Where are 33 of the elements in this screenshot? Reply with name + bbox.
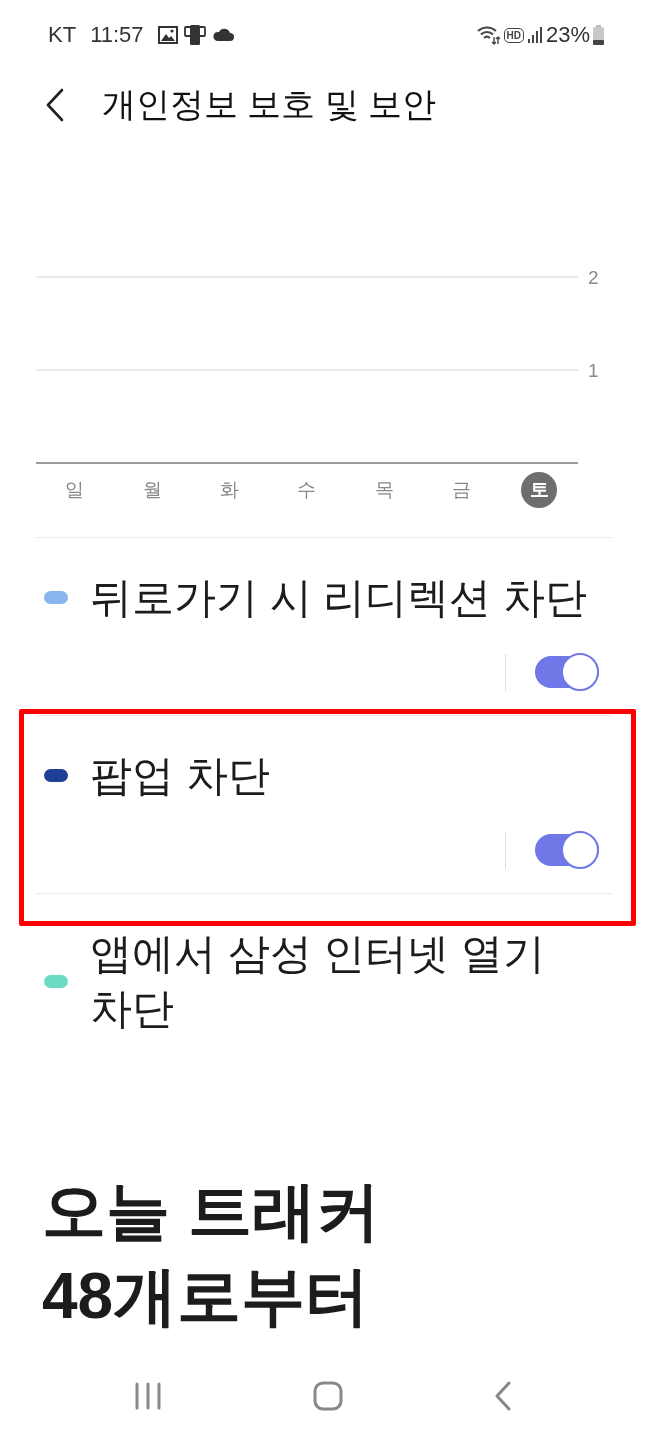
y-tick-label: 2	[588, 267, 599, 288]
back-icon	[45, 88, 65, 122]
day-tab[interactable]: 월	[142, 472, 162, 508]
battery-icon	[593, 25, 604, 45]
home-button[interactable]	[313, 1381, 343, 1411]
day-tab[interactable]: 수	[297, 472, 317, 508]
hd-voice-badge: HD	[503, 27, 524, 43]
y-tick-label: 1	[588, 360, 599, 381]
setting-title: 뒤로가기 시 리디렉션 차단	[90, 573, 587, 623]
carrier-label: KT	[48, 22, 77, 48]
recent-apps-button[interactable]	[133, 1382, 162, 1410]
signal-icon	[526, 26, 543, 44]
clock-time: 11:57	[90, 22, 144, 48]
back-nav-button[interactable]	[494, 1381, 513, 1411]
setting-title: 앱에서 삼성 인터넷 열기 차단	[90, 929, 546, 1034]
day-tab[interactable]: 일	[65, 472, 85, 508]
tracker-summary-heading: 오늘 트래커 48개로부터	[41, 1174, 381, 1334]
toggle-switch[interactable]	[535, 653, 599, 691]
setting-title: 팝업 차단	[90, 751, 270, 801]
battery-percent: 23%	[545, 22, 590, 48]
phone-icon	[183, 24, 206, 46]
cloud-icon	[211, 28, 234, 42]
day-tab[interactable]: 토	[521, 472, 558, 508]
image-icon	[157, 26, 178, 44]
day-tab[interactable]: 목	[374, 472, 394, 508]
day-tab[interactable]: 금	[452, 472, 472, 508]
home-icon	[313, 1381, 343, 1411]
toggle-switch[interactable]	[535, 831, 599, 869]
day-tab[interactable]: 화	[220, 472, 240, 508]
wifi-icon	[476, 25, 501, 45]
back-icon	[494, 1381, 513, 1411]
page-title: 개인정보 보호 및 보안	[102, 84, 437, 125]
recent-apps-icon	[133, 1382, 162, 1410]
